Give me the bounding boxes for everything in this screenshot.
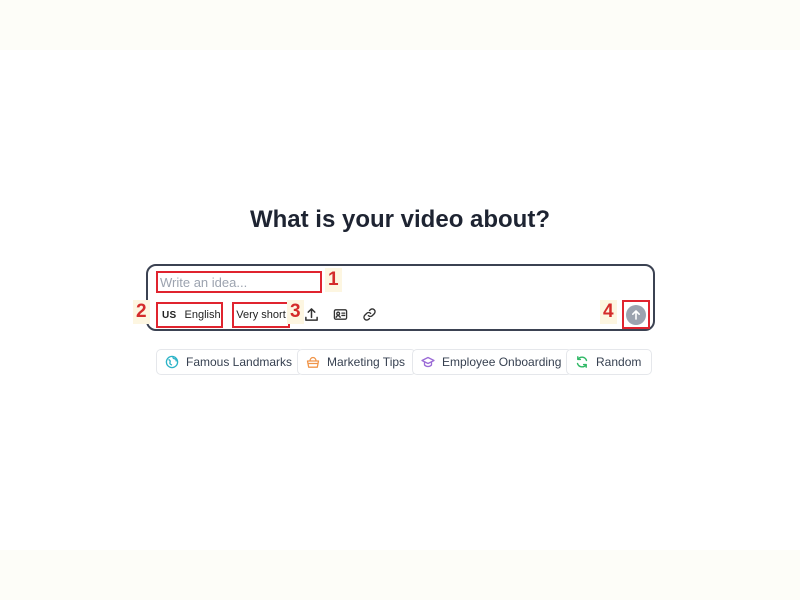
top-band [0,0,800,50]
arrow-up-icon [632,309,640,320]
annotation-marker-2: 2 [133,300,150,324]
suggestion-chip-famous-landmarks[interactable]: Famous Landmarks [156,349,304,375]
refresh-icon [574,354,590,370]
submit-highlight [622,300,650,329]
suggestion-label: Employee Onboarding [442,355,562,369]
length-label: Very short [236,309,286,321]
suggestion-label: Marketing Tips [327,355,406,369]
page-title: What is your video about? [249,206,550,233]
graduation-cap-icon [420,354,436,370]
suggestion-chip-marketing-tips[interactable]: Marketing Tips [297,349,417,375]
bottom-band [0,550,800,600]
upload-icon[interactable] [302,305,320,323]
suggestion-chips: Famous Landmarks Marketing Tips Employee… [0,349,800,375]
annotation-marker-4: 4 [600,300,617,324]
globe-icon [164,354,180,370]
basket-icon [305,354,321,370]
language-select[interactable]: US English [156,302,223,328]
flag-us: US [162,309,177,321]
length-select[interactable]: Very short [232,302,290,328]
annotation-marker-1: 1 [325,268,342,292]
suggestion-label: Famous Landmarks [186,355,293,369]
link-icon[interactable] [360,305,378,323]
page: What is your video about? US English Ver… [0,0,800,600]
suggestion-label: Random [596,355,642,369]
suggestion-chip-random[interactable]: Random [566,349,653,375]
submit-button[interactable] [626,304,646,325]
annotation-marker-3: 3 [287,300,304,324]
suggestion-chip-employee-onboarding[interactable]: Employee Onboarding [412,349,573,375]
prompt-box: US English Very short [146,264,655,331]
language-label: English [184,309,221,321]
idea-input[interactable] [156,271,322,293]
avatar-card-icon[interactable] [331,305,349,323]
